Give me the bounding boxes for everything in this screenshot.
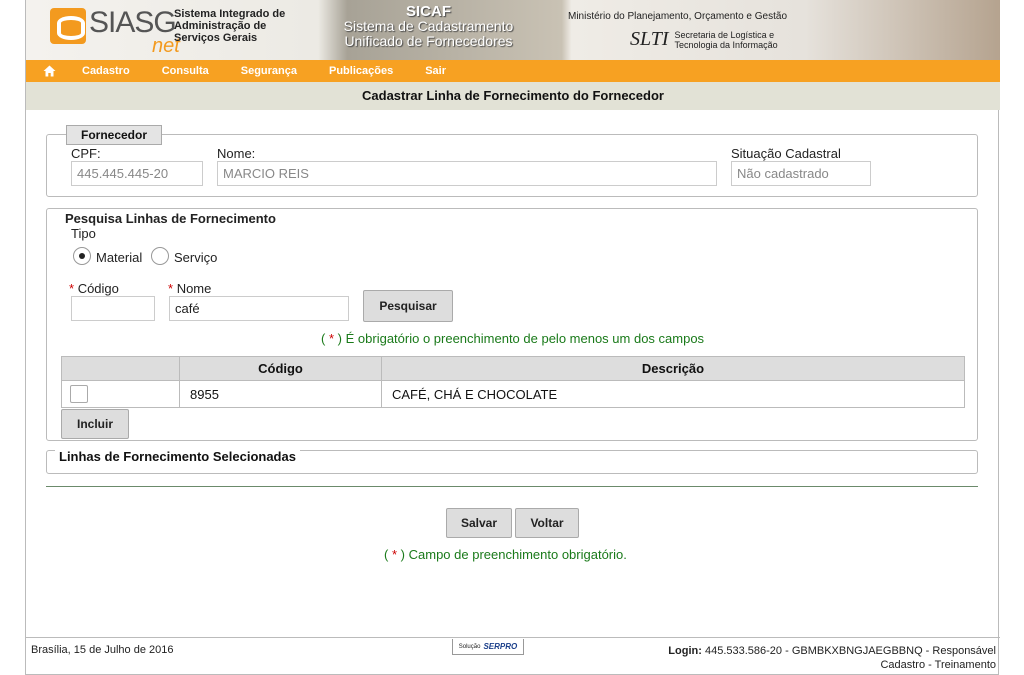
radio-material[interactable]	[73, 247, 91, 265]
cpf-field[interactable]: 445.445.445-20	[71, 161, 203, 186]
slti-mark: SLTI	[630, 28, 669, 50]
required-field-note-text: Campo de preenchimento obrigatório.	[408, 547, 627, 562]
results-table: Código Descrição 8955 CAFÉ, CHÁ E CHOCOL…	[61, 356, 965, 408]
footer-date: Brasília, 15 de Julho de 2016	[31, 644, 174, 656]
cpf-label: CPF:	[71, 146, 101, 161]
slti-text-line: Secretaria de Logística e	[674, 29, 775, 40]
siasg-title: Sistema Integrado de Administração de Se…	[174, 8, 285, 44]
serpro-logo: Solução SERPRO	[452, 639, 524, 655]
tipo-label: Tipo	[71, 226, 96, 241]
incluir-button[interactable]: Incluir	[61, 409, 129, 439]
note-close: )	[400, 547, 405, 562]
slti-logo: SLTI Secretaria de Logística e Tecnologi…	[630, 28, 778, 51]
nome-search-label: * Nome	[168, 281, 211, 296]
salvar-button[interactable]: Salvar	[446, 508, 512, 538]
column-header-descricao[interactable]: Descrição	[381, 356, 965, 381]
note-open: (	[321, 331, 326, 346]
ministerio-label: Ministério do Planejamento, Orçamento e …	[568, 11, 787, 22]
selecionadas-legend: Linhas de Fornecimento Selecionadas	[55, 449, 300, 464]
required-mark: *	[69, 281, 75, 296]
menu-item-seguranca[interactable]: Segurança	[241, 65, 297, 77]
fornecedor-fieldset: Fornecedor CPF: 445.445.445-20 Nome: MAR…	[46, 125, 978, 197]
selecionadas-fieldset: Linhas de Fornecimento Selecionadas	[46, 449, 978, 474]
fornecedor-legend: Fornecedor	[66, 125, 163, 145]
siasg-title-line: Administração de	[174, 20, 267, 32]
siasg-title-line: Serviços Gerais	[174, 32, 258, 44]
sicaf-subtitle: Unificado de Fornecedores	[344, 33, 513, 49]
codigo-label: * Código	[69, 281, 119, 296]
nome-search-input[interactable]: café	[169, 296, 349, 321]
required-mark: *	[168, 281, 174, 296]
pesquisa-fieldset: Pesquisa Linhas de Fornecimento Tipo Mat…	[46, 208, 978, 441]
menu-item-publicacoes[interactable]: Publicações	[329, 65, 393, 77]
column-header-select	[61, 356, 180, 381]
voltar-button[interactable]: Voltar	[515, 508, 579, 538]
situacao-label: Situação Cadastral	[731, 146, 841, 161]
login-role: Cadastro - Treinamento	[880, 659, 996, 671]
radio-servico-label[interactable]: Serviço	[174, 250, 217, 265]
radio-material-label[interactable]: Material	[96, 250, 142, 265]
menu-item-sair[interactable]: Sair	[425, 65, 446, 77]
header-banner: SIASG net Sistema Integrado de Administr…	[26, 0, 1000, 60]
codigo-label-text: Código	[77, 281, 119, 296]
nome-field[interactable]: MARCIO REIS	[217, 161, 717, 186]
login-value: 445.533.586-20 - GBMBKXBNGJAEGBBNQ - Res…	[704, 645, 996, 657]
note-open: (	[384, 547, 389, 562]
situacao-field[interactable]: Não cadastrado	[731, 161, 871, 186]
table-header-row: Código Descrição	[61, 356, 965, 381]
sicaf-name: SICAF	[406, 3, 451, 20]
divider	[46, 486, 978, 487]
login-label: Login:	[668, 645, 702, 657]
menu-item-consulta[interactable]: Consulta	[162, 65, 209, 77]
codigo-input[interactable]	[71, 296, 155, 321]
footer: Brasília, 15 de Julho de 2016 Solução SE…	[26, 637, 1000, 675]
sicaf-title: SICAF Sistema de Cadastramento Unificado…	[326, 4, 531, 49]
serpro-prefix: Solução	[458, 643, 481, 650]
main-menu: Cadastro Consulta Segurança Publicações …	[26, 60, 1000, 82]
row-checkbox-cell	[61, 380, 180, 408]
required-mark: *	[328, 331, 335, 346]
slti-text-line: Tecnologia da Informação	[674, 39, 778, 50]
login-info: Login: 445.533.586-20 - GBMBKXBNGJAEGBBN…	[668, 644, 996, 672]
row-descricao: CAFÉ, CHÁ E CHOCOLATE	[381, 380, 965, 408]
required-mark: *	[391, 547, 398, 562]
note-text: É obrigatório o preenchimento de pelo me…	[345, 331, 705, 346]
siasg-title-line: Sistema Integrado de	[174, 8, 286, 20]
column-header-codigo[interactable]: Código	[179, 356, 382, 381]
sicaf-subtitle: Sistema de Cadastramento	[343, 18, 514, 34]
page-frame: SIASG net Sistema Integrado de Administr…	[25, 0, 1000, 675]
pesquisa-legend: Pesquisa Linhas de Fornecimento	[65, 211, 276, 226]
search-required-note: ( * ) É obrigatório o preenchimento de p…	[321, 331, 704, 346]
slti-text: Secretaria de Logística e Tecnologia da …	[675, 30, 778, 50]
page-title: Cadastrar Linha de Fornecimento do Forne…	[26, 82, 1000, 110]
row-checkbox[interactable]	[70, 385, 88, 403]
table-row: 8955 CAFÉ, CHÁ E CHOCOLATE	[61, 380, 965, 408]
siasg-logo-icon	[50, 8, 86, 44]
pesquisar-button[interactable]: Pesquisar	[363, 290, 453, 322]
siasg-logo[interactable]: SIASG net	[50, 5, 185, 57]
radio-servico[interactable]	[151, 247, 169, 265]
home-icon[interactable]	[26, 65, 72, 77]
menu-item-cadastro[interactable]: Cadastro	[82, 65, 130, 77]
serpro-name: SERPRO	[483, 642, 518, 651]
nome-search-label-text: Nome	[176, 281, 212, 296]
required-field-note: ( * ) Campo de preenchimento obrigatório…	[384, 547, 627, 562]
note-close: )	[337, 331, 342, 346]
nome-label: Nome:	[217, 146, 256, 161]
row-codigo: 8955	[179, 380, 382, 408]
